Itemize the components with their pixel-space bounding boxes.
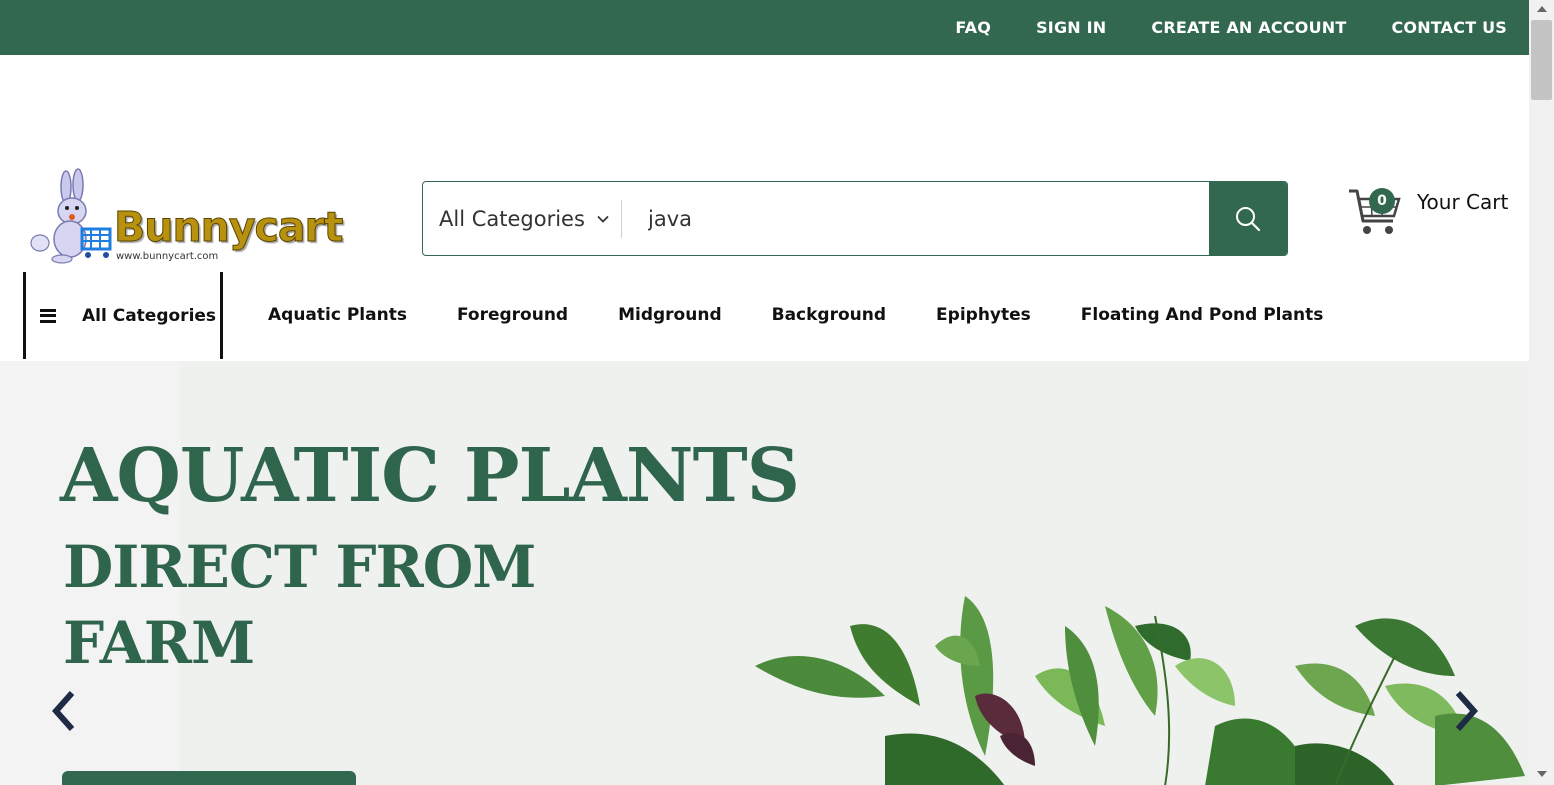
- page-scrollbar[interactable]: [1529, 0, 1554, 785]
- search-bar: All Categories: [422, 181, 1288, 256]
- cart-widget[interactable]: 0 Your Cart: [1347, 185, 1512, 245]
- nav-floating-pond-plants[interactable]: Floating And Pond Plants: [1081, 305, 1324, 325]
- all-categories-label: All Categories: [82, 305, 217, 326]
- nav-background[interactable]: Background: [772, 305, 886, 325]
- carousel-prev-arrow[interactable]: [50, 689, 80, 733]
- aquatic-plants-image: [755, 596, 1525, 785]
- site-logo[interactable]: Bunnycart www.bunnycart.com: [30, 167, 344, 267]
- cart-label: Your Cart: [1417, 190, 1509, 214]
- search-input[interactable]: [622, 182, 1209, 255]
- search-icon: [1236, 206, 1261, 231]
- contact-us-link[interactable]: CONTACT US: [1391, 18, 1507, 37]
- cart-count-badge: 0: [1369, 188, 1395, 214]
- bunny-mascot-icon: [30, 168, 112, 264]
- nav-midground[interactable]: Midground: [618, 305, 722, 325]
- logo-wordmark: Bunnycart: [113, 203, 343, 252]
- hero-headline: AQUATIC PLANTS: [60, 433, 800, 519]
- category-select[interactable]: All Categories: [423, 182, 621, 255]
- create-account-link[interactable]: CREATE AN ACCOUNT: [1151, 18, 1346, 37]
- scroll-down-arrow[interactable]: [1537, 771, 1547, 777]
- hero-subheadline-2: FARM: [63, 609, 255, 677]
- faq-link[interactable]: FAQ: [955, 18, 991, 37]
- nav-aquatic-plants[interactable]: Aquatic Plants: [268, 305, 407, 325]
- hero-subheadline-1: DIRECT FROM: [63, 533, 536, 601]
- category-select-label: All Categories: [439, 206, 585, 231]
- hero-shop-button[interactable]: [62, 771, 356, 785]
- chevron-down-icon: [597, 215, 609, 223]
- hero-banner: AQUATIC PLANTS DIRECT FROM FARM: [0, 361, 1529, 785]
- scrollbar-thumb[interactable]: [1531, 20, 1552, 100]
- logo-url: www.bunnycart.com: [116, 251, 219, 262]
- category-nav: All Categories Aquatic Plants Foreground…: [0, 270, 1529, 361]
- hamburger-icon: [40, 308, 56, 323]
- page: FAQ SIGN IN CREATE AN ACCOUNT CONTACT US: [0, 0, 1529, 785]
- nav-epiphytes[interactable]: Epiphytes: [936, 305, 1031, 325]
- sign-in-link[interactable]: SIGN IN: [1036, 18, 1106, 37]
- all-categories-menu[interactable]: All Categories: [23, 272, 223, 359]
- scroll-up-arrow[interactable]: [1537, 6, 1547, 12]
- top-bar: FAQ SIGN IN CREATE AN ACCOUNT CONTACT US: [0, 0, 1529, 55]
- nav-foreground[interactable]: Foreground: [457, 305, 568, 325]
- nav-links: Aquatic Plants Foreground Midground Back…: [268, 305, 1373, 325]
- header: Bunnycart www.bunnycart.com All Categori…: [0, 55, 1529, 270]
- carousel-next-arrow[interactable]: [1450, 689, 1480, 733]
- search-button[interactable]: [1209, 182, 1287, 255]
